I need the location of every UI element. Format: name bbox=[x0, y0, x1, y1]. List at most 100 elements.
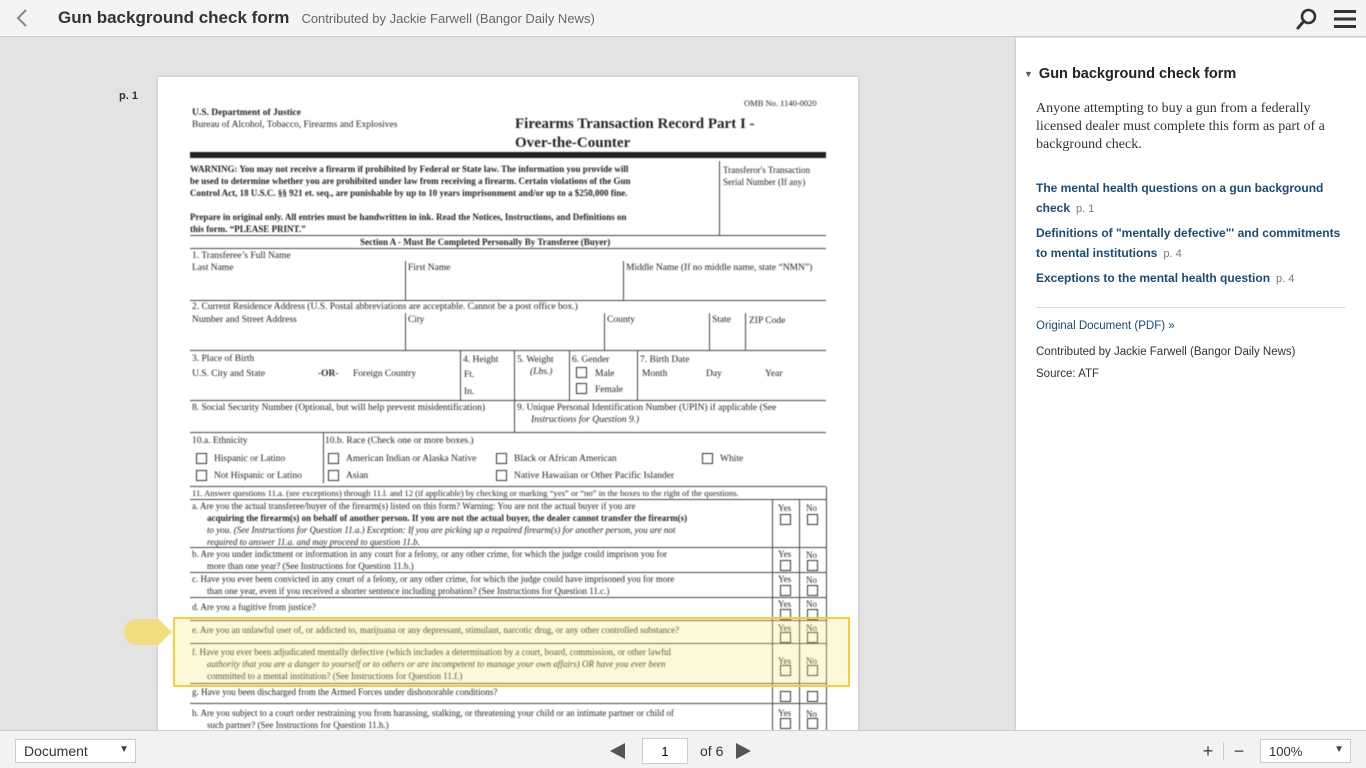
form-vline bbox=[604, 313, 605, 351]
form-q11d: d. Are you a fugitive from justice? bbox=[192, 602, 316, 612]
note-link[interactable]: Exceptions to the mental health question bbox=[1036, 271, 1270, 285]
checkbox-yes bbox=[780, 665, 791, 676]
note-link[interactable]: Definitions of "mentally defective"' and… bbox=[1036, 226, 1340, 260]
checkbox-amind bbox=[328, 453, 339, 464]
checkbox-hawaiian bbox=[496, 470, 507, 481]
checkbox-yes bbox=[780, 514, 791, 525]
form-vline bbox=[772, 499, 773, 730]
checkbox-black bbox=[496, 453, 507, 464]
form-amind: American Indian or Alaska Native bbox=[346, 454, 477, 464]
form-vline bbox=[405, 313, 406, 351]
document-contributor: Contributed by Jackie Farwell (Bangor Da… bbox=[301, 10, 595, 26]
form-hispanic: Hispanic or Latino bbox=[214, 454, 286, 464]
back-button[interactable] bbox=[0, 0, 44, 37]
form-hawaiian: Native Hawaiian or Other Pacific Islande… bbox=[514, 471, 675, 481]
form-serial-2: Serial Number (If any) bbox=[723, 177, 806, 187]
document-page[interactable]: OMB No. 1140-0020 U.S. Department of Jus… bbox=[158, 77, 858, 730]
form-vline bbox=[623, 261, 624, 301]
form-q11h-2: such partner? (See Instructions for Ques… bbox=[207, 720, 389, 730]
form-q3: 3. Place of Birth bbox=[192, 354, 255, 364]
zoom-level-value: 100% bbox=[1269, 744, 1303, 759]
form-q10a: 10.a. Ethnicity bbox=[192, 436, 248, 446]
page-number-input[interactable] bbox=[642, 738, 688, 764]
form-month: Month bbox=[642, 369, 668, 379]
note-page: p. 4 bbox=[1163, 248, 1182, 260]
form-male: Male bbox=[595, 369, 615, 379]
checkbox-yes bbox=[780, 609, 791, 620]
zoom-out-button[interactable]: − bbox=[1226, 739, 1252, 763]
triangle-left-icon bbox=[610, 743, 625, 759]
form-q11c-1: c. Have you ever been convicted in any c… bbox=[192, 574, 675, 584]
form-dept: U.S. Department of Justice bbox=[192, 108, 301, 118]
form-q11e: e. Are you an unlawful user of, or addic… bbox=[192, 625, 680, 635]
document-viewer[interactable]: p. 1 OMB No. 1140-0020 U.S. Department o… bbox=[0, 38, 1015, 730]
form-vline bbox=[719, 161, 720, 236]
form-vline bbox=[826, 487, 827, 730]
checkbox-no bbox=[807, 585, 818, 596]
form-rule bbox=[190, 432, 826, 433]
form-q4: 4. Height bbox=[463, 355, 499, 365]
form-q2: 2. Current Residence Address (U.S. Posta… bbox=[192, 302, 578, 312]
checkbox-asian bbox=[328, 470, 339, 481]
form-vline bbox=[745, 313, 746, 351]
form-q10b: 10.b. Race (Check one or more boxes.) bbox=[325, 436, 474, 446]
form-q5: 5. Weight bbox=[517, 355, 554, 365]
form-q11b-2: more than one year? (See Instructions fo… bbox=[207, 561, 414, 571]
checkbox-hispanic bbox=[196, 453, 207, 464]
form-q11b-1: b. Are you under indictment or informati… bbox=[192, 549, 668, 559]
sidebar-source: Source: ATF bbox=[1036, 368, 1100, 380]
checkbox-no bbox=[807, 718, 818, 729]
view-mode-value: Document bbox=[24, 743, 88, 759]
omb-number: OMB No. 1140-0020 bbox=[744, 98, 817, 108]
form-rule bbox=[190, 620, 826, 621]
note-item: Exceptions to the mental health question… bbox=[1036, 268, 1346, 289]
form-yes-label: Yes bbox=[778, 574, 792, 584]
page-navigation: of 6 bbox=[608, 738, 753, 764]
header-actions bbox=[1296, 0, 1356, 37]
chevron-left-icon bbox=[16, 9, 27, 27]
sidebar-contributor: Contributed by Jackie Farwell (Bangor Da… bbox=[1036, 346, 1296, 358]
form-q1: 1. Transferee’s Full Name bbox=[192, 251, 291, 261]
sidebar-title[interactable]: ▼ Gun background check form bbox=[1024, 66, 1346, 82]
form-vline bbox=[569, 351, 570, 401]
form-female: Female bbox=[595, 385, 623, 395]
form-city: City bbox=[408, 315, 425, 325]
form-last-name: Last Name bbox=[192, 263, 234, 273]
checkbox-no bbox=[807, 560, 818, 571]
form-q11a-1: a. Are you the actual transferee/buyer o… bbox=[192, 501, 636, 511]
search-button[interactable] bbox=[1296, 8, 1318, 30]
checkbox-female bbox=[576, 383, 587, 394]
checkbox-no bbox=[807, 665, 818, 676]
original-document-link[interactable]: Original Document (PDF) » bbox=[1036, 320, 1346, 332]
view-mode-select[interactable]: Document ▼ bbox=[15, 739, 136, 763]
form-warning-2: be used to determine whether you are pro… bbox=[190, 176, 631, 186]
form-not-hispanic: Not Hispanic or Latino bbox=[214, 471, 302, 481]
form-street: Number and Street Address bbox=[192, 315, 297, 325]
form-or: -OR- bbox=[318, 369, 339, 379]
form-rule bbox=[190, 643, 826, 644]
form-foreign: Foreign Country bbox=[353, 369, 417, 379]
form-vline bbox=[514, 351, 515, 401]
previous-page-button[interactable] bbox=[608, 741, 628, 761]
document-title: Gun background check form bbox=[58, 8, 290, 27]
form-rule bbox=[190, 703, 826, 704]
form-image: OMB No. 1140-0020 U.S. Department of Jus… bbox=[158, 77, 858, 730]
form-yes-label: Yes bbox=[778, 503, 792, 513]
form-year: Year bbox=[765, 369, 783, 379]
form-lbs: (Lbs.) bbox=[530, 367, 553, 377]
note-item: Definitions of "mentally defective"' and… bbox=[1036, 223, 1346, 264]
triangle-down-icon: ▼ bbox=[1024, 69, 1033, 79]
form-vline bbox=[514, 401, 515, 432]
form-day: Day bbox=[706, 369, 722, 379]
form-serial-1: Transferor's Transaction bbox=[723, 165, 811, 175]
form-asian: Asian bbox=[346, 471, 369, 481]
next-page-button[interactable] bbox=[733, 741, 753, 761]
form-middle-name: Middle Name (If no middle name, state “N… bbox=[626, 263, 813, 273]
zoom-in-button[interactable]: + bbox=[1195, 739, 1221, 763]
menu-button[interactable] bbox=[1334, 8, 1356, 30]
note-page: p. 4 bbox=[1276, 273, 1295, 285]
form-title-line2: Over-the-Counter bbox=[515, 135, 631, 151]
zoom-level-select[interactable]: 100% ▼ bbox=[1260, 739, 1351, 763]
form-title-line1: Firearms Transaction Record Part I - bbox=[515, 116, 755, 132]
form-county: County bbox=[607, 315, 635, 325]
